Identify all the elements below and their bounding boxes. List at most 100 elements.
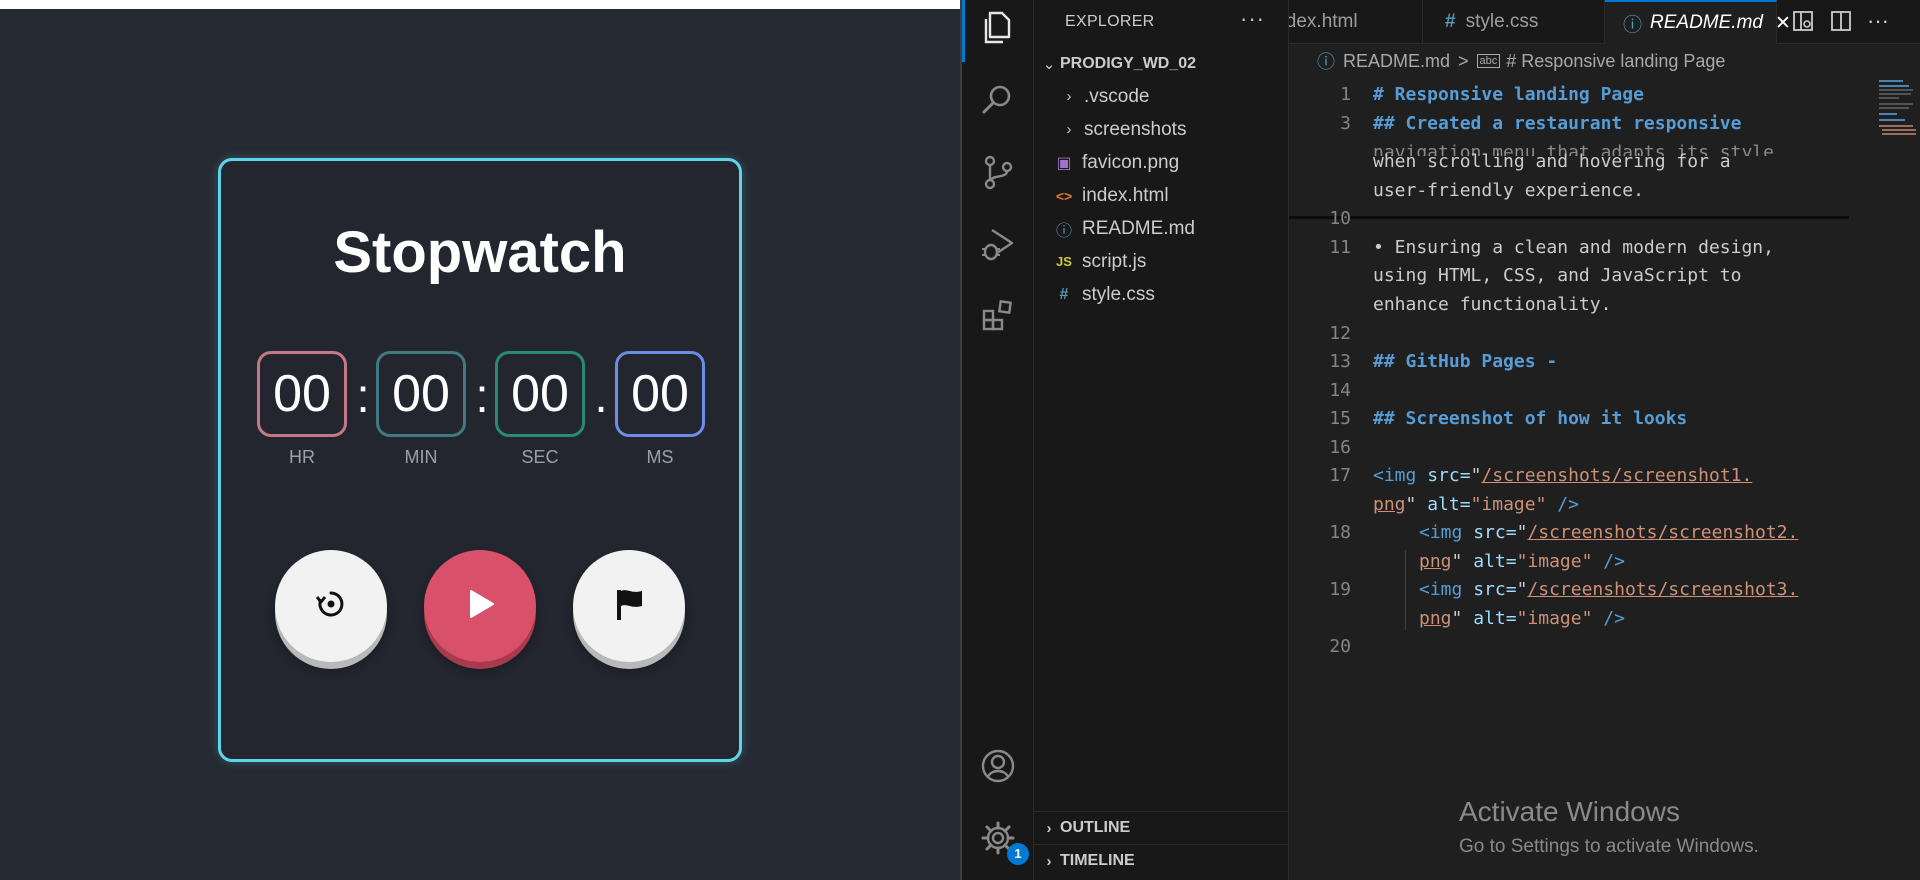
accounts-activity-button[interactable] [962,738,1034,798]
start-button[interactable] [424,550,536,662]
tab-index-html[interactable]: index.html [1289,0,1423,44]
code-line: when scrolling and hovering for a [1373,151,1731,172]
line-number: 19 [1329,579,1351,600]
tree-item-favicon[interactable]: ▣ favicon.png [1034,146,1289,179]
tab-label: style.css [1465,11,1539,32]
hours-display: 00 [257,351,347,437]
notification-badge: 1 [1007,843,1029,865]
open-preview-icon[interactable] [1791,9,1815,38]
tree-item-style-css[interactable]: # style.css [1034,278,1289,311]
tree-item-script-js[interactable]: JS script.js [1034,245,1289,278]
section-label: TIMELINE [1060,852,1135,869]
line-number: 13 [1329,351,1351,372]
tree-item-label: README.md [1082,217,1195,239]
tree-item-label: style.css [1082,283,1155,305]
reset-button[interactable] [275,550,387,662]
tree-item-label: favicon.png [1082,151,1180,173]
line-number: 20 [1329,636,1351,657]
html-file-icon: <> [1055,187,1073,204]
line-number: 1 [1340,84,1351,105]
code-line: png" alt="image" /> [1419,551,1625,572]
line-number: 16 [1329,437,1351,458]
split-editor-icon[interactable] [1829,9,1853,38]
close-icon[interactable]: ✕ [1775,12,1791,35]
extensions-activity-button[interactable] [962,288,1034,348]
breadcrumb-file[interactable]: README.md [1343,51,1450,72]
outline-section[interactable]: › OUTLINE [1034,811,1289,844]
tree-item-readme[interactable]: ⓘ README.md [1034,212,1289,245]
tree-item-label: script.js [1082,250,1147,272]
search-activity-button[interactable] [962,72,1034,132]
info-file-icon: ⓘ [1317,52,1335,72]
line-number: 3 [1340,113,1351,134]
seconds-display: 00 [495,351,585,437]
tab-style-css[interactable]: # style.css [1423,0,1605,44]
project-folder-header[interactable]: ⌄ PRODIGY_WD_02 [1034,50,1289,78]
code-line: png" alt="image" /> [1373,494,1579,515]
activation-watermark-subtitle: Go to Settings to activate Windows. [1459,836,1759,857]
info-file-icon: ⓘ [1055,222,1072,240]
line-number: 15 [1329,408,1351,429]
chevron-right-icon: › [1046,852,1052,870]
minimap[interactable] [1879,80,1919,150]
css-file-icon: # [1059,285,1069,303]
run-debug-icon [979,225,1017,268]
project-name: PRODIGY_WD_02 [1060,55,1197,72]
hours-label: HR [289,447,315,467]
tree-item-index-html[interactable]: <> index.html [1034,179,1289,212]
breadcrumb-separator: > [1458,50,1469,71]
files-icon [979,9,1017,52]
extensions-icon [979,297,1017,340]
code-line: ## GitHub Pages - [1373,351,1558,372]
tab-readme[interactable]: ⓘ README.md ✕ [1605,0,1791,44]
breadcrumb: ⓘ README.md > abc # Responsive landing P… [1289,46,1920,76]
minutes-label: MIN [404,447,438,467]
time-separator: . [594,370,608,423]
breadcrumb-symbol[interactable]: # Responsive landing Page [1506,51,1725,72]
run-debug-activity-button[interactable] [962,216,1034,276]
browser-top-edge [0,0,960,9]
info-file-icon: ⓘ [1623,14,1643,36]
code-editor[interactable]: 1 # Responsive landing Page 3 ## Created… [1289,80,1909,860]
tree-item-label: index.html [1082,184,1169,206]
code-line: ## Screenshot of how it looks [1373,408,1688,429]
code-line: <img src="/screenshots/screenshot2. [1419,522,1799,543]
source-control-activity-button[interactable] [962,144,1034,204]
more-actions-button[interactable]: ··· [1240,6,1265,32]
line-number: 12 [1329,323,1351,344]
lap-button[interactable] [573,550,685,662]
milliseconds-display: 00 [615,351,705,437]
timeline-section[interactable]: › TIMELINE [1034,844,1289,877]
chevron-right-icon: › [1066,88,1072,105]
js-file-icon: JS [1056,254,1072,269]
tree-item-screenshots[interactable]: › screenshots [1034,113,1289,146]
reset-icon [314,587,348,626]
line-number: 11 [1329,237,1351,258]
tab-label: index.html [1289,11,1358,32]
seconds-label: SEC [521,447,559,467]
code-line: <img src="/screenshots/screenshot3. [1419,579,1799,600]
explorer-activity-button[interactable] [962,0,1034,60]
tree-item-label: screenshots [1084,118,1187,140]
editor-tabs: index.html # style.css ⓘ README.md ✕ ··· [1289,0,1920,44]
stopwatch-card: Stopwatch 00 : 00 : 00 . 00 HR MIN SEC M… [218,158,742,762]
activation-watermark-title: Activate Windows [1459,796,1680,827]
chevron-right-icon: › [1066,121,1072,138]
time-separator: : [475,370,489,423]
explorer-sidebar: EXPLORER ··· ⌄ PRODIGY_WD_02 › .vscode ›… [1034,0,1289,880]
tree-item-label: .vscode [1084,85,1150,107]
code-line: png" alt="image" /> [1419,608,1625,629]
minutes-display: 00 [376,351,466,437]
code-line: # Responsive landing Page [1373,84,1644,105]
line-number: 10 [1329,208,1351,229]
code-line: user-friendly experience. [1373,180,1644,201]
milliseconds-label: MS [646,447,674,467]
css-file-icon: # [1445,11,1456,32]
stopwatch-title: Stopwatch [333,220,627,285]
line-number: 18 [1329,522,1351,543]
more-actions-icon[interactable]: ··· [1867,8,1889,34]
chevron-down-icon: ⌄ [1042,56,1056,73]
tree-item-vscode[interactable]: › .vscode [1034,80,1289,113]
line-number: 14 [1329,380,1351,401]
image-file-icon: ▣ [1056,154,1072,172]
